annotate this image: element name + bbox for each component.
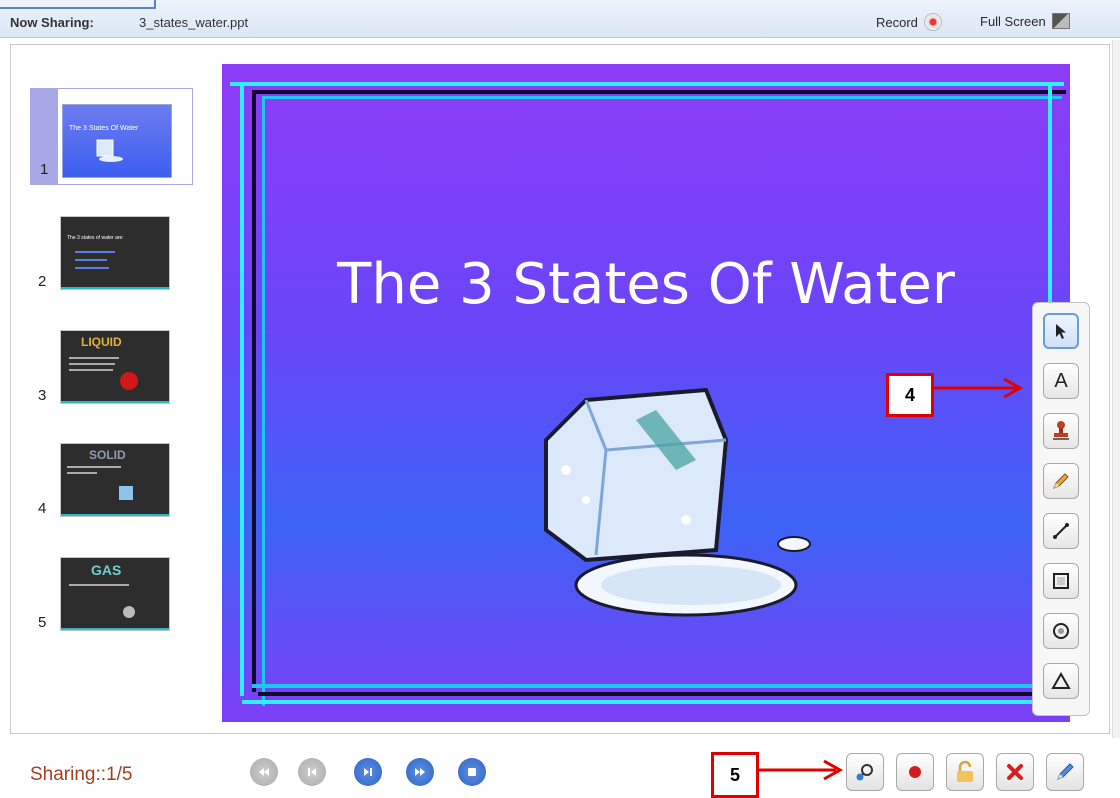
- last-slide-button[interactable]: [406, 758, 434, 786]
- stop-icon: [468, 768, 476, 776]
- slide-title: The 3 States Of Water: [337, 252, 955, 317]
- slide-border: [252, 684, 1052, 688]
- fullscreen-button[interactable]: Full Screen: [980, 13, 1070, 29]
- first-slide-button[interactable]: [250, 758, 278, 786]
- previous-icon: [308, 768, 316, 776]
- fullscreen-icon: [1051, 13, 1070, 29]
- close-button[interactable]: [996, 753, 1034, 791]
- callout-label-4: 4: [886, 373, 934, 417]
- slide-border: [242, 700, 1070, 704]
- thumbnail-number: 2: [38, 273, 47, 290]
- stamp-icon: [1053, 421, 1069, 440]
- first-icon: [259, 768, 269, 776]
- triangle-icon: [1051, 672, 1071, 689]
- rectangle-tool-button[interactable]: [1043, 563, 1079, 599]
- zoom-search-icon: [856, 764, 873, 781]
- arrow-right-icon: [934, 377, 1024, 399]
- scrollbar[interactable]: [1112, 40, 1120, 738]
- thumbnail-image: GAS: [60, 557, 170, 631]
- text-icon: A: [1054, 369, 1068, 392]
- header-bar: Now Sharing: 3_states_water.ppt Record F…: [0, 0, 1120, 38]
- thumbnail-image: LIQUID: [60, 330, 170, 404]
- ice-cube-icon: [544, 387, 811, 617]
- close-icon: [1007, 764, 1023, 780]
- slide-thumbnail-3[interactable]: LIQUID 3: [38, 330, 170, 404]
- slide-border: [252, 90, 1066, 94]
- thumbnail-number: 5: [38, 614, 47, 631]
- record-button[interactable]: Record: [876, 13, 942, 31]
- pointer-tool-button[interactable]: [1043, 313, 1079, 349]
- shared-file-name: 3_states_water.ppt: [139, 15, 249, 30]
- circle-icon: [1053, 623, 1069, 639]
- circle-tool-button[interactable]: [1043, 613, 1079, 649]
- thumbnail-image: SOLID: [60, 443, 170, 517]
- drawing-toolbar: A: [1032, 302, 1090, 716]
- thumbnail-number: 1: [40, 161, 49, 178]
- slide-border: [262, 96, 1062, 99]
- line-icon: [1053, 523, 1069, 539]
- thumbnail-body: [61, 466, 169, 516]
- record-icon: [923, 13, 942, 31]
- stamp-tool-button[interactable]: [1043, 413, 1079, 449]
- record-label: Record: [876, 14, 918, 30]
- pointer-icon: [1056, 324, 1066, 339]
- slide-border: [230, 82, 1064, 86]
- previous-slide-button[interactable]: [298, 758, 326, 786]
- pencil-icon: [1053, 473, 1069, 489]
- stop-sharing-button[interactable]: [458, 758, 486, 786]
- edit-icon: [1057, 763, 1074, 780]
- slide-thumbnail-4[interactable]: SOLID 4: [38, 443, 170, 517]
- sharing-status: Sharing::1/5: [30, 764, 133, 785]
- corner-marker: [0, 0, 156, 9]
- pencil-tool-button[interactable]: [1043, 463, 1079, 499]
- thumbnail-image: The 3 states of water are:: [60, 216, 170, 290]
- slide-thumbnail-2[interactable]: The 3 states of water are: 2: [38, 216, 170, 290]
- callout-label-5: 5: [711, 752, 759, 798]
- slide-thumbnail-1[interactable]: The 3 States Of Water 1: [40, 104, 172, 178]
- last-icon: [415, 768, 425, 776]
- slide-thumbnail-5[interactable]: GAS 5: [38, 557, 170, 631]
- slide-border: [240, 86, 244, 696]
- thumbnail-body: [61, 357, 169, 403]
- triangle-tool-button[interactable]: [1043, 663, 1079, 699]
- next-icon: [364, 768, 372, 776]
- thumbnail-bullets: [61, 251, 169, 289]
- slide-border: [258, 692, 1070, 696]
- zoom-button[interactable]: [846, 753, 884, 791]
- record-icon: [909, 766, 921, 778]
- record-button[interactable]: [896, 753, 934, 791]
- slide-border: [262, 96, 265, 706]
- lock-button[interactable]: [946, 753, 984, 791]
- lock-icon: [957, 760, 973, 782]
- fullscreen-label: Full Screen: [980, 13, 1046, 29]
- arrow-right-icon: [758, 759, 844, 781]
- ice-cube-icon: [96, 139, 123, 162]
- next-slide-button[interactable]: [354, 758, 382, 786]
- text-tool-button[interactable]: A: [1043, 363, 1079, 399]
- now-sharing-label: Now Sharing:: [10, 15, 94, 30]
- thumbnail-number: 4: [38, 500, 47, 517]
- thumbnail-body: [61, 584, 169, 630]
- edit-button[interactable]: [1046, 753, 1084, 791]
- rectangle-icon: [1053, 573, 1069, 589]
- thumbnail-image: The 3 States Of Water: [62, 104, 172, 178]
- thumbnail-number: 3: [38, 387, 47, 404]
- slide-border: [252, 92, 256, 692]
- line-tool-button[interactable]: [1043, 513, 1079, 549]
